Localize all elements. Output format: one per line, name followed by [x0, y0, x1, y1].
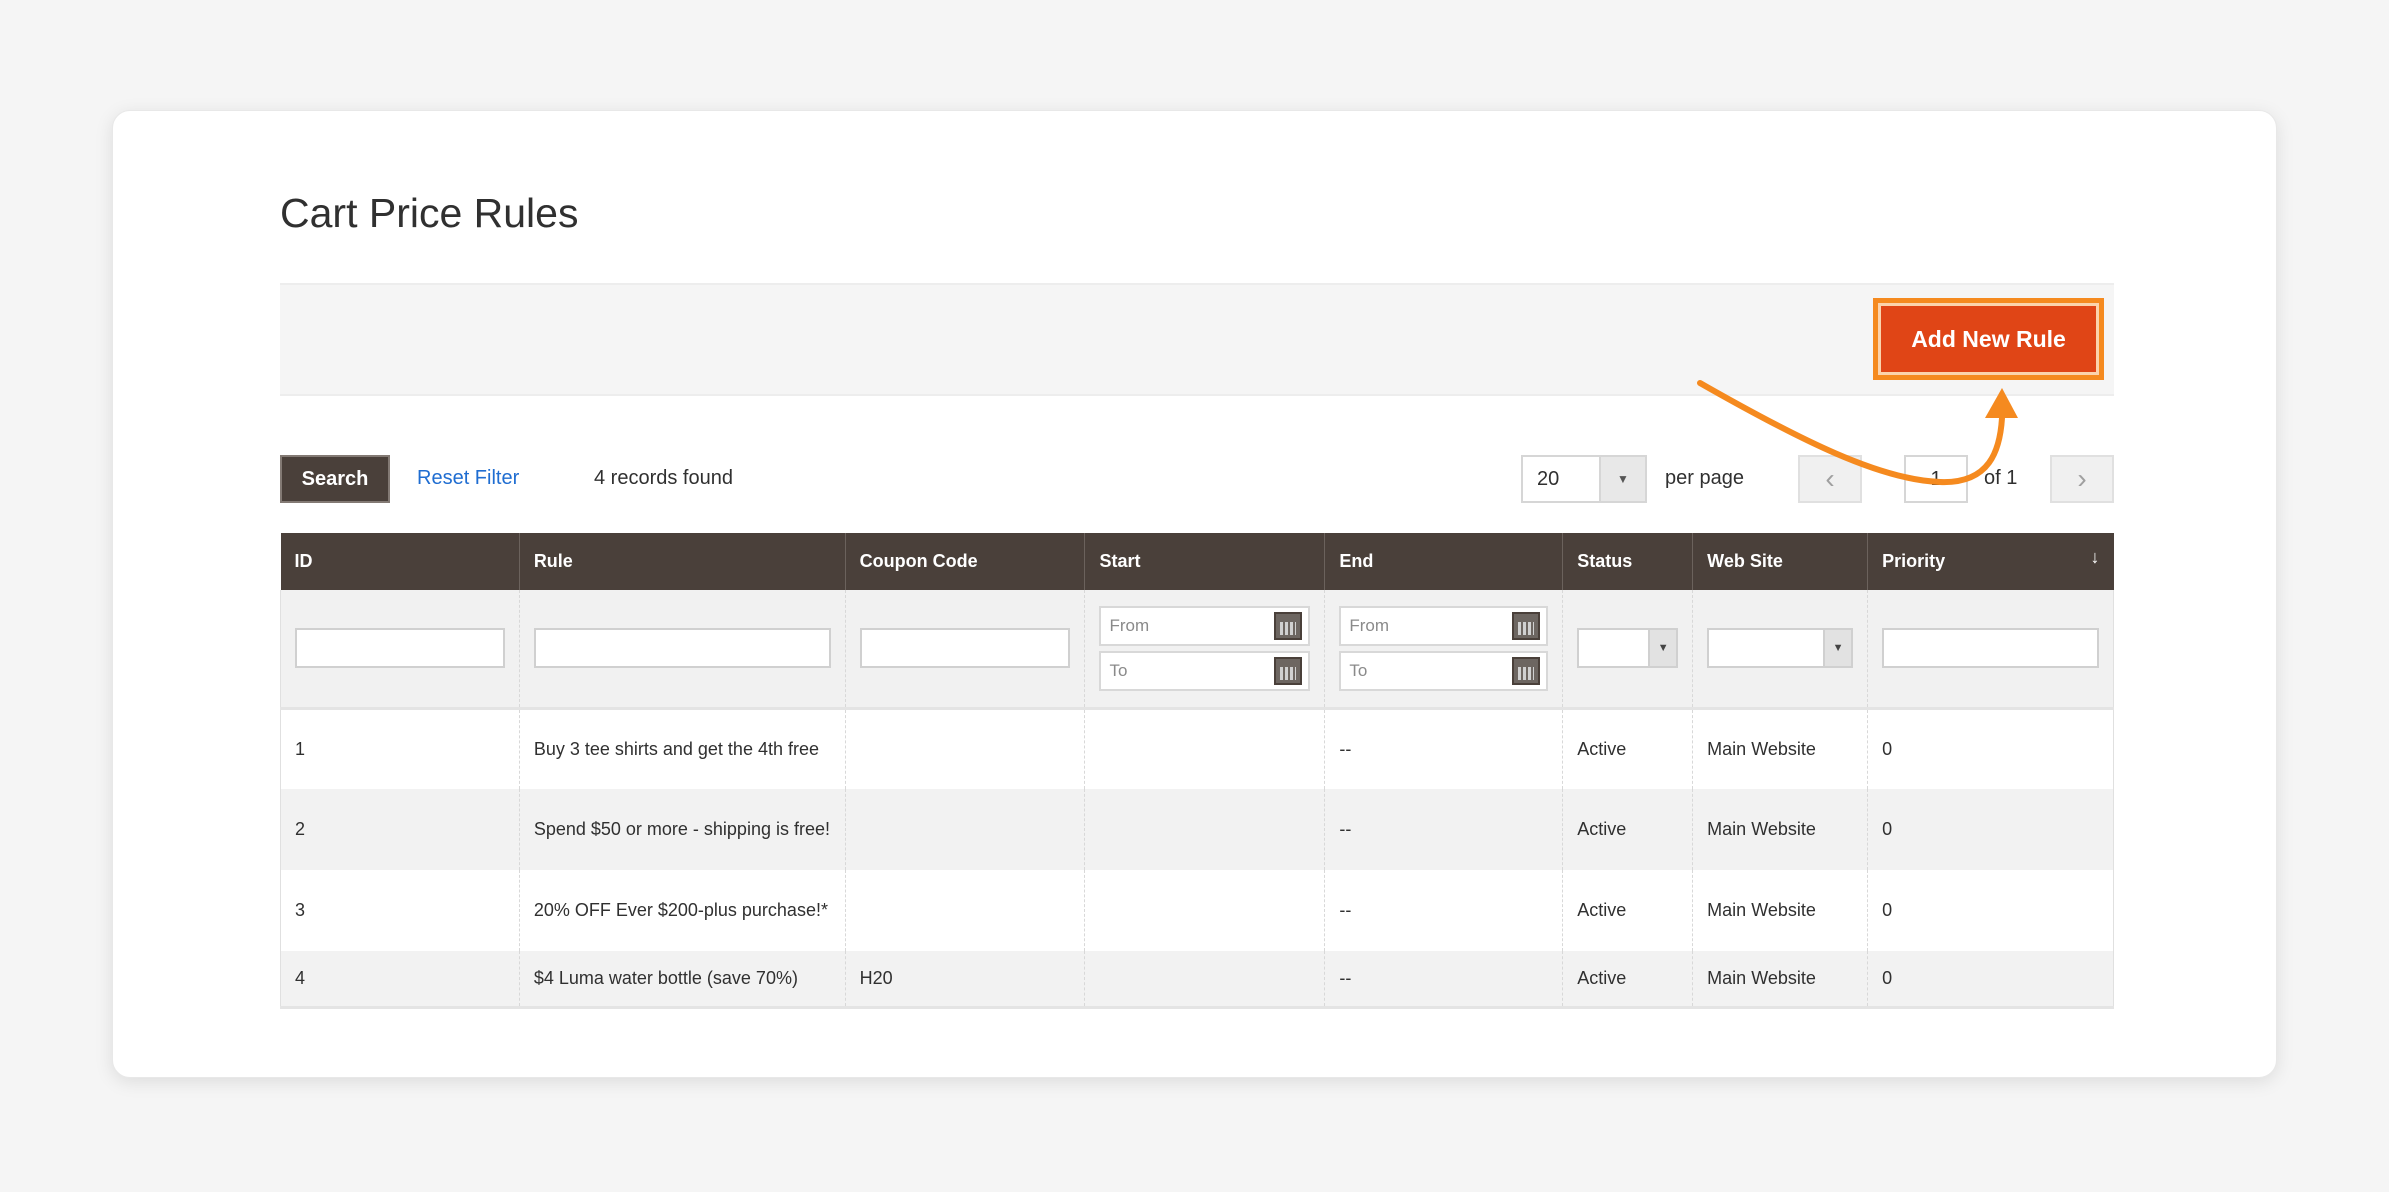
add-new-rule-highlight: Add New Rule — [1873, 298, 2104, 380]
per-page-select[interactable]: 20 ▼ — [1521, 455, 1647, 503]
page-title: Cart Price Rules — [280, 190, 579, 236]
filter-end-from-input[interactable]: From — [1339, 605, 1549, 646]
column-header-end[interactable]: End — [1324, 533, 1563, 590]
grid-header-row: ID Rule Coupon Code Start End Status Web… — [280, 533, 2114, 590]
sort-descending-icon: ↓ — [2090, 547, 2100, 567]
cell-coupon-code — [844, 870, 1085, 951]
chevron-down-icon[interactable]: ▼ — [1823, 630, 1852, 667]
cell-status: Active — [1562, 789, 1693, 870]
column-header-start[interactable]: Start — [1084, 533, 1325, 590]
grid-filter-row: From To From To ▼ ▼ — [280, 590, 2114, 710]
cell-web-site: Main Website — [1692, 789, 1868, 870]
chevron-right-icon: › — [2077, 463, 2087, 494]
cell-end: -- — [1324, 789, 1563, 870]
cell-status: Active — [1562, 708, 1693, 789]
reset-filter-link[interactable]: Reset Filter — [417, 467, 519, 490]
column-header-web-site[interactable]: Web Site — [1692, 533, 1868, 590]
calendar-icon[interactable] — [1274, 611, 1303, 640]
cell-end: -- — [1324, 870, 1563, 951]
cell-start — [1084, 708, 1325, 789]
table-row[interactable]: 1 Buy 3 tee shirts and get the 4th free … — [280, 708, 2114, 789]
search-button[interactable]: Search — [280, 455, 390, 503]
filter-end-to-placeholder: To — [1349, 660, 1368, 680]
filter-start-from-placeholder: From — [1109, 615, 1150, 635]
cell-id: 1 — [280, 708, 520, 789]
cell-web-site: Main Website — [1692, 870, 1868, 951]
filter-start-to-placeholder: To — [1109, 660, 1128, 680]
column-header-rule[interactable]: Rule — [518, 533, 846, 590]
cell-status: Active — [1562, 870, 1693, 951]
grid-toolbar: Search Reset Filter 4 records found 20 ▼… — [280, 455, 2114, 505]
calendar-icon[interactable] — [1512, 611, 1541, 640]
cell-web-site: Main Website — [1692, 951, 1868, 1009]
cell-priority: 0 — [1867, 951, 2114, 1009]
column-header-priority[interactable]: Priority ↓ — [1867, 533, 2114, 590]
cell-start — [1084, 870, 1325, 951]
cell-id: 4 — [280, 951, 520, 1009]
add-new-rule-button[interactable]: Add New Rule — [1881, 306, 2096, 372]
cell-start — [1084, 789, 1325, 870]
cell-priority: 0 — [1867, 789, 2114, 870]
filter-end-to-input[interactable]: To — [1339, 650, 1549, 691]
cell-rule: $4 Luma water bottle (save 70%) — [518, 951, 846, 1009]
cell-end: -- — [1324, 708, 1563, 789]
chevron-down-icon[interactable]: ▼ — [1648, 630, 1677, 667]
total-pages-label: of 1 — [1984, 467, 2018, 489]
cell-rule: Buy 3 tee shirts and get the 4th free — [518, 708, 846, 789]
cell-priority: 0 — [1867, 708, 2114, 789]
filter-id-input[interactable] — [295, 628, 505, 669]
filter-coupon-code-input[interactable] — [859, 628, 1071, 669]
table-row[interactable]: 4 $4 Luma water bottle (save 70%) H20 --… — [280, 951, 2114, 1009]
filter-rule-input[interactable] — [533, 628, 831, 669]
cell-web-site: Main Website — [1692, 708, 1868, 789]
filter-status-value — [1579, 630, 1648, 666]
calendar-icon[interactable] — [1512, 656, 1541, 685]
cell-id: 2 — [280, 789, 520, 870]
next-page-button[interactable]: › — [2050, 455, 2114, 503]
cell-rule: 20% OFF Ever $200-plus purchase!* — [518, 870, 846, 951]
chevron-left-icon: ‹ — [1825, 463, 1835, 494]
filter-web-site-value — [1709, 630, 1823, 666]
cell-rule: Spend $50 or more - shipping is free! — [518, 789, 846, 870]
table-row[interactable]: 2 Spend $50 or more - shipping is free! … — [280, 789, 2114, 870]
filter-start-from-input[interactable]: From — [1099, 605, 1311, 646]
filter-web-site-select[interactable]: ▼ — [1707, 628, 1854, 669]
table-row[interactable]: 3 20% OFF Ever $200-plus purchase!* -- A… — [280, 870, 2114, 951]
filter-status-select[interactable]: ▼ — [1577, 628, 1679, 669]
column-header-priority-label: Priority — [1882, 551, 1946, 571]
column-header-status[interactable]: Status — [1562, 533, 1693, 590]
chevron-down-icon[interactable]: ▼ — [1599, 457, 1645, 501]
column-header-coupon-code[interactable]: Coupon Code — [844, 533, 1085, 590]
cart-price-rules-grid: ID Rule Coupon Code Start End Status Web… — [280, 533, 2114, 1009]
cell-coupon-code — [844, 708, 1085, 789]
calendar-icon[interactable] — [1274, 656, 1303, 685]
filter-end-from-placeholder: From — [1349, 615, 1390, 635]
records-found-count: 4 records found — [594, 467, 733, 489]
cell-coupon-code — [844, 789, 1085, 870]
cell-status: Active — [1562, 951, 1693, 1009]
cell-start — [1084, 951, 1325, 1009]
cell-coupon-code: H20 — [844, 951, 1085, 1009]
cell-id: 3 — [280, 870, 520, 951]
cell-priority: 0 — [1867, 870, 2114, 951]
page-actions-bar: Add New Rule — [280, 283, 2114, 396]
per-page-label: per page — [1665, 467, 1744, 489]
current-page-input[interactable] — [1904, 455, 1968, 503]
column-header-id[interactable]: ID — [280, 533, 520, 590]
filter-start-to-input[interactable]: To — [1099, 650, 1311, 691]
filter-priority-input[interactable] — [1882, 628, 2099, 669]
previous-page-button[interactable]: ‹ — [1798, 455, 1862, 503]
per-page-value: 20 — [1537, 468, 1560, 490]
cell-end: -- — [1324, 951, 1563, 1009]
